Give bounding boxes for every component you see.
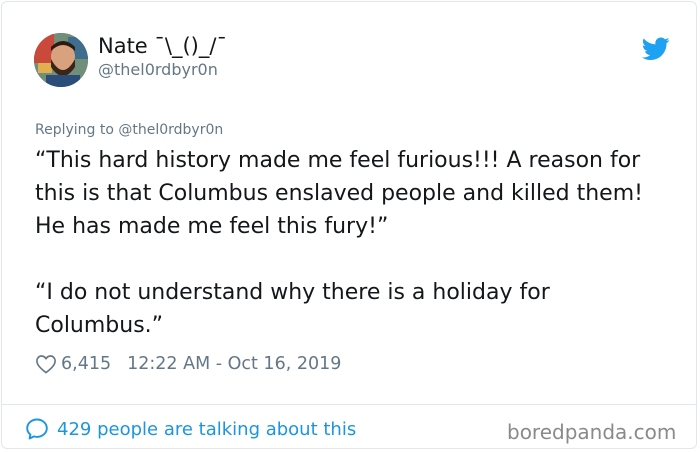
author-name[interactable]: Nate ¯\_()_/¯ [98, 34, 227, 58]
author-handle[interactable]: @thel0rdbyr0n [98, 60, 218, 79]
talking-about-text: 429 people are talking about this [57, 418, 357, 440]
tweet-card: Nate ¯\_()_/¯ @thel0rdbyr0n Replying to … [1, 1, 697, 449]
speech-bubble-icon [26, 418, 48, 440]
talking-about-link[interactable]: 429 people are talking about this [25, 417, 356, 441]
tweet-paragraph-2: “I do not understand why there is a holi… [35, 280, 550, 338]
replying-to[interactable]: Replying to @thel0rdbyr0n [35, 122, 223, 138]
divider [2, 404, 696, 405]
tweet-meta: 6,415 12:22 AM - Oct 16, 2019 [35, 354, 341, 374]
tweet-paragraph-1: “This hard history made me feel furious!… [35, 148, 643, 239]
tweet-timestamp[interactable]: 12:22 AM - Oct 16, 2019 [127, 354, 341, 374]
watermark: boredpanda.com [507, 420, 677, 444]
avatar[interactable] [34, 33, 88, 87]
heart-icon[interactable] [35, 354, 57, 374]
tweet-text: “This hard history made me feel furious!… [35, 144, 675, 342]
twitter-bird-icon[interactable] [642, 37, 670, 61]
like-count[interactable]: 6,415 [61, 354, 111, 374]
avatar-image [34, 33, 88, 87]
